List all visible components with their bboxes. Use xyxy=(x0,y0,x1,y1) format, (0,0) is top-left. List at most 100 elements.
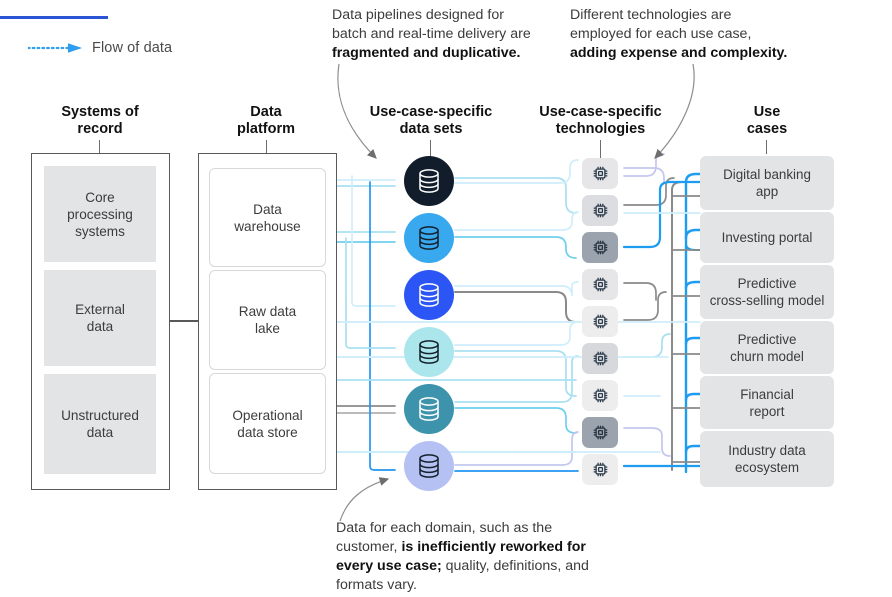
technology-node-1[interactable] xyxy=(582,158,618,189)
header-line-2: data sets xyxy=(399,121,463,137)
uc-4-line2: churn model xyxy=(730,348,804,364)
use-case-financial-report[interactable]: Financial report xyxy=(700,376,834,429)
cpu-chip-icon xyxy=(591,238,610,257)
data-set-node-2[interactable] xyxy=(404,213,454,263)
uc-5-line2: report xyxy=(749,403,785,419)
use-case-predictive-cross-selling-model[interactable]: Predictive cross-selling model xyxy=(700,265,834,319)
dp-warehouse-line1: Data xyxy=(253,201,282,217)
data-set-node-5[interactable] xyxy=(404,384,454,434)
callout-pipelines-line1: Data pipelines designed for xyxy=(332,7,504,23)
uc-1-line2: app xyxy=(755,184,779,199)
use-case-predictive-churn-model[interactable]: Predictive churn model xyxy=(700,321,834,374)
sor-core-line2: processing xyxy=(67,206,133,222)
use-case-digital-banking-app[interactable]: Digital banking app xyxy=(700,156,834,210)
use-case-industry-data-ecosystem[interactable]: Industry data ecosystem xyxy=(700,431,834,487)
dp-ods-line1: Operational xyxy=(232,407,303,423)
header-stem-systems-of-record xyxy=(99,140,101,154)
cpu-chip-icon xyxy=(591,460,610,479)
cpu-chip-icon xyxy=(591,312,610,331)
callout-technologies: Different technologies are employed for … xyxy=(570,6,815,63)
data-set-node-6[interactable] xyxy=(404,441,454,491)
header-line-1: Systems of xyxy=(61,104,139,120)
technology-node-3[interactable] xyxy=(582,232,618,263)
header-line-2: cases xyxy=(746,121,788,137)
callout-domain: Data for each domain, such as the custom… xyxy=(336,519,626,595)
sor-core-line3: systems xyxy=(75,223,125,239)
data-set-node-3[interactable] xyxy=(404,270,454,320)
column-header-use-case-technologies: Use-case-specific technologies xyxy=(528,104,673,138)
use-case-investing-portal[interactable]: Investing portal xyxy=(700,212,834,263)
dp-lake-line2: lake xyxy=(255,321,280,336)
technology-node-9[interactable] xyxy=(582,454,618,485)
header-line-1: Data xyxy=(250,104,282,120)
callout-technologies-line1: Different technologies are xyxy=(570,7,732,23)
technology-node-6[interactable] xyxy=(582,343,618,374)
uc-6-line1: Industry data xyxy=(728,443,806,458)
header-line-1: Use xyxy=(753,104,781,120)
cpu-chip-icon xyxy=(591,164,610,183)
technology-node-2[interactable] xyxy=(582,195,618,226)
cpu-chip-icon xyxy=(591,423,610,442)
dp-item-data-warehouse[interactable]: Data warehouse xyxy=(209,168,326,267)
technology-node-7[interactable] xyxy=(582,380,618,411)
cpu-chip-icon xyxy=(591,201,610,220)
data-set-node-1[interactable] xyxy=(404,156,454,206)
cpu-chip-icon xyxy=(591,349,610,368)
header-stem-data-platform xyxy=(266,140,268,154)
top-accent-rule xyxy=(0,16,108,19)
technology-node-8[interactable] xyxy=(582,417,618,448)
uc-1-line1: Digital banking xyxy=(723,167,811,182)
uc-2-line1: Investing portal xyxy=(721,230,813,245)
header-line-2: technologies xyxy=(555,121,646,137)
dp-warehouse-line2: warehouse xyxy=(234,218,301,234)
callout-domain-line1: Data for each domain, such as the xyxy=(336,520,553,536)
database-icon xyxy=(417,453,441,479)
technology-node-5[interactable] xyxy=(582,306,618,337)
technology-node-4[interactable] xyxy=(582,269,618,300)
database-icon xyxy=(417,168,441,194)
cpu-chip-icon xyxy=(591,275,610,294)
database-icon xyxy=(417,225,441,251)
column-header-data-platform: Data platform xyxy=(196,104,336,138)
legend-label: Flow of data xyxy=(92,40,173,56)
callout-pipelines: Data pipelines designed for batch and re… xyxy=(332,6,567,63)
dp-lake-line1: Raw data xyxy=(238,304,297,319)
callout-domain-line2: customer, xyxy=(336,539,402,555)
database-icon xyxy=(417,396,441,422)
sor-unstructured-line2: data xyxy=(86,425,114,440)
callout-domain-line3: quality, definitions, and xyxy=(441,558,589,574)
callout-domain-bold1: is inefficiently reworked for xyxy=(401,539,586,555)
sor-item-unstructured-data[interactable]: Unstructured data xyxy=(44,374,156,474)
column-header-use-case-data-sets: Use-case-specific data sets xyxy=(360,104,502,138)
database-icon xyxy=(417,339,441,365)
column-header-use-cases: Use cases xyxy=(697,104,837,138)
callout-domain-line4: formats vary. xyxy=(336,577,417,593)
dotted-arrow-icon xyxy=(28,42,84,54)
uc-6-line2: ecosystem xyxy=(734,460,799,475)
uc-4-line1: Predictive xyxy=(737,331,797,347)
dp-item-operational-data-store[interactable]: Operational data store xyxy=(209,373,326,474)
sor-item-external-data[interactable]: External data xyxy=(44,270,156,366)
callout-pipelines-bold: fragmented and duplicative. xyxy=(332,45,521,61)
cpu-chip-icon xyxy=(591,386,610,405)
column-header-systems-of-record: Systems of record xyxy=(30,104,170,138)
header-stem-technologies xyxy=(600,140,602,158)
data-set-node-4[interactable] xyxy=(404,327,454,377)
callout-pipelines-line2: batch and real-time delivery are xyxy=(332,26,531,42)
sor-item-core-processing-systems[interactable]: Core processing systems xyxy=(44,166,156,262)
uc-5-line1: Financial xyxy=(740,386,794,402)
header-line-2: platform xyxy=(237,121,295,137)
header-line-1: Use-case-specific xyxy=(369,104,493,120)
frame-connector-line xyxy=(168,320,198,322)
uc-3-line1: Predictive xyxy=(737,276,797,291)
database-icon xyxy=(417,282,441,308)
dp-ods-line2: data store xyxy=(237,424,298,440)
uc-3-line2: cross-selling model xyxy=(709,293,825,308)
callout-domain-bold2: every use case; xyxy=(336,558,442,574)
header-stem-use-cases xyxy=(766,140,768,154)
dp-item-raw-data-lake[interactable]: Raw data lake xyxy=(209,270,326,370)
callout-technologies-line2: employed for each use case, xyxy=(570,26,752,42)
legend: Flow of data xyxy=(28,40,172,56)
sor-external-line1: External xyxy=(75,302,125,317)
sor-unstructured-line1: Unstructured xyxy=(61,408,139,423)
